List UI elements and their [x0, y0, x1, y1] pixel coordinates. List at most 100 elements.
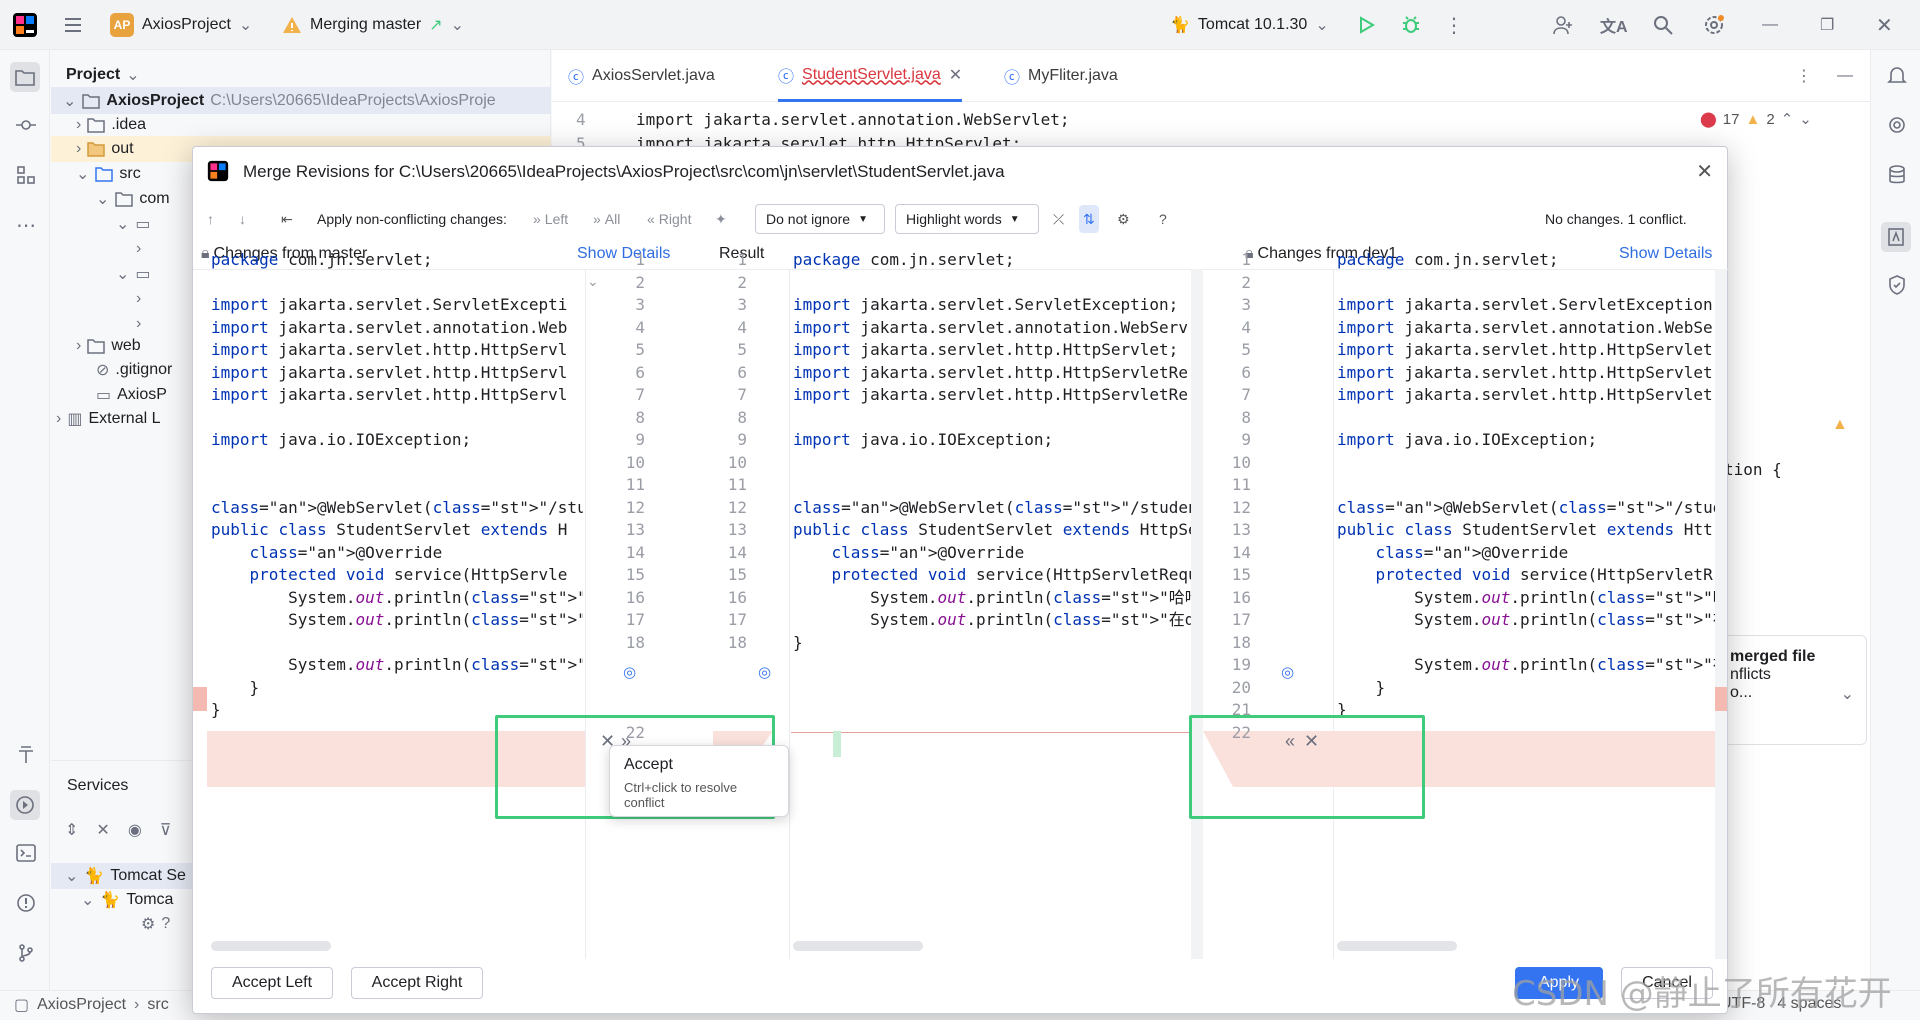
- notifications-icon[interactable]: [1884, 62, 1910, 88]
- settings-icon[interactable]: ⚙: [1117, 205, 1130, 233]
- problems-icon[interactable]: [13, 890, 39, 916]
- collapse-unchanged-icon[interactable]: ⤫: [1053, 205, 1064, 233]
- git-branch-icon[interactable]: [13, 940, 39, 966]
- change-stripe-left: [193, 687, 207, 711]
- structure-icon[interactable]: [13, 162, 39, 188]
- chevron-down-icon: ⌄: [116, 216, 130, 233]
- eye-icon[interactable]: ◉: [128, 820, 142, 840]
- tree-item-label: com: [139, 190, 170, 207]
- run-icon[interactable]: [1356, 0, 1376, 50]
- apply-left-button[interactable]: » Left: [533, 205, 568, 233]
- fold-chevron-icon[interactable]: ⌄: [587, 273, 599, 290]
- restore-icon[interactable]: ❐: [1820, 0, 1834, 50]
- tab-student-servlet[interactable]: ⓒ StudentServlet.java ✕: [778, 50, 963, 102]
- project-switcher[interactable]: AP AxiosProject ⌄: [110, 0, 252, 50]
- accept-right-button[interactable]: Accept Right: [351, 967, 483, 999]
- sync-scroll-icon[interactable]: ⇅: [1079, 205, 1099, 233]
- prev-change-icon[interactable]: ↑: [207, 205, 214, 233]
- app-logo-icon[interactable]: [12, 0, 38, 50]
- vertical-scrollbar[interactable]: [1715, 269, 1727, 959]
- tree-row-root[interactable]: ⌄ AxiosProject C:\Users\20665\IdeaProjec…: [51, 87, 551, 114]
- more-tools-icon[interactable]: ⋯: [13, 212, 39, 238]
- commit-icon[interactable]: [13, 112, 39, 138]
- line-number: 1: [635, 250, 645, 269]
- chevron-up-icon[interactable]: ⌃: [1781, 110, 1794, 128]
- tree-item-iml[interactable]: ▭ AxiosP: [96, 382, 167, 408]
- tree-item-collapsed[interactable]: ⌄ ▭: [116, 261, 151, 287]
- close-icon[interactable]: ✕: [1696, 159, 1713, 184]
- tree-item-external-libs[interactable]: › ▥ External L: [56, 406, 161, 432]
- apply-right-button[interactable]: «Right: [647, 205, 691, 233]
- accept-left-button[interactable]: Accept Left: [211, 967, 333, 999]
- services-item-artifact[interactable]: ⚙?: [141, 911, 170, 937]
- tree-item-label: .idea: [111, 116, 147, 133]
- folder-icon[interactable]: [10, 62, 40, 92]
- tree-item-collapsed[interactable]: ›: [136, 286, 141, 312]
- vcs-widget[interactable]: Merging master ↗ ⌄: [282, 0, 464, 50]
- tree-item-collapsed[interactable]: ›: [136, 236, 141, 262]
- ai-assistant-icon[interactable]: [1884, 112, 1910, 138]
- minimize-icon[interactable]: —: [1762, 0, 1778, 50]
- code-line: import java.io.IOException;: [211, 430, 472, 449]
- tree-item-web[interactable]: › web: [76, 333, 141, 359]
- merge-notification[interactable]: merged file nflicts o... ⌄: [1717, 635, 1867, 745]
- magic-resolve-icon[interactable]: ✦: [715, 205, 727, 233]
- main-menu-icon[interactable]: [62, 0, 84, 50]
- collapse-all-icon[interactable]: ✕: [96, 820, 109, 840]
- shield-icon[interactable]: [1884, 272, 1910, 298]
- more-actions-icon[interactable]: ⋮: [1444, 0, 1464, 50]
- help-icon[interactable]: ?: [1159, 205, 1167, 233]
- navigate-icon[interactable]: ⇤: [281, 205, 293, 233]
- breadcrumb-src[interactable]: src: [147, 996, 168, 1014]
- code-line: import jakarta.servlet.http.HttpServlet: [1337, 385, 1713, 404]
- search-icon[interactable]: [1652, 0, 1674, 50]
- highlight-combo[interactable]: Highlight words ▼: [895, 204, 1039, 234]
- minimize-editor-icon[interactable]: —: [1837, 50, 1853, 102]
- result-horizontal-scrollbar[interactable]: [793, 941, 923, 951]
- inspection-widget[interactable]: ⬤ 17 ▲ 2 ⌃ ⌄: [1700, 110, 1812, 129]
- code-line: import jakarta.servlet.http.HttpServletR…: [793, 362, 1188, 382]
- override-method-icon[interactable]: ◎: [623, 663, 636, 681]
- next-change-icon[interactable]: ↓: [239, 205, 246, 233]
- settings-icon[interactable]: [1702, 0, 1726, 50]
- tree-item-gitignore[interactable]: ⊘ .gitignor: [96, 357, 172, 383]
- user-add-icon[interactable]: [1552, 0, 1574, 50]
- apply-all-button[interactable]: » All: [593, 205, 620, 233]
- line-number: 16: [1231, 587, 1251, 607]
- tree-item-idea[interactable]: › .idea: [76, 112, 146, 138]
- tab-axios-servlet[interactable]: ⓒ AxiosServlet.java: [568, 50, 715, 102]
- tab-my-filter[interactable]: ⓒ MyFliter.java: [1004, 50, 1118, 102]
- left-horizontal-scrollbar[interactable]: [211, 941, 331, 951]
- tree-item-src[interactable]: ⌄ src: [76, 161, 141, 187]
- folder-icon: [87, 338, 106, 354]
- override-method-icon[interactable]: ◎: [758, 663, 771, 681]
- tab-more-icon[interactable]: ⋮: [1796, 50, 1812, 102]
- result-code[interactable]: package com.jn.servlet; import jakarta.s…: [793, 249, 1191, 654]
- debug-icon[interactable]: [1400, 0, 1422, 50]
- right-horizontal-scrollbar[interactable]: [1337, 941, 1457, 951]
- database-icon[interactable]: [1884, 162, 1910, 188]
- line-number: 14: [625, 542, 645, 562]
- terminal-icon[interactable]: [13, 840, 39, 866]
- package-icon: ▭: [135, 266, 151, 283]
- services-icon[interactable]: [10, 790, 40, 820]
- ignore-whitespace-combo[interactable]: Do not ignore ▼: [755, 204, 885, 234]
- breadcrumb-root[interactable]: AxiosProject: [37, 996, 126, 1014]
- tree-item-collapsed[interactable]: ⌄ ▭: [116, 211, 151, 237]
- filter-icon[interactable]: ⊽: [160, 820, 172, 840]
- translate-icon[interactable]: 文A: [1600, 0, 1628, 50]
- expand-all-icon[interactable]: ⇕: [65, 820, 78, 840]
- override-method-icon[interactable]: ◎: [1281, 663, 1294, 681]
- tree-item-com[interactable]: ⌄ com: [96, 186, 170, 212]
- chevron-down-icon[interactable]: ⌄: [1799, 110, 1812, 128]
- run-config-selector[interactable]: 🐈 Tomcat 10.1.30 ⌄: [1170, 0, 1329, 50]
- chevron-right-icon: ›: [56, 410, 62, 427]
- close-window-icon[interactable]: ✕: [1876, 0, 1893, 50]
- coverage-icon[interactable]: [1881, 222, 1911, 252]
- chevron-down-icon[interactable]: ⌄: [1841, 684, 1854, 704]
- close-icon[interactable]: ✕: [949, 65, 962, 85]
- services-item-tomcat[interactable]: ⌄ 🐈 Tomca: [81, 887, 173, 913]
- project-panel-title[interactable]: Project ⌄: [66, 62, 140, 88]
- code-line: import jakarta.servlet.annotation.Web: [211, 317, 568, 337]
- build-icon[interactable]: [13, 742, 39, 768]
